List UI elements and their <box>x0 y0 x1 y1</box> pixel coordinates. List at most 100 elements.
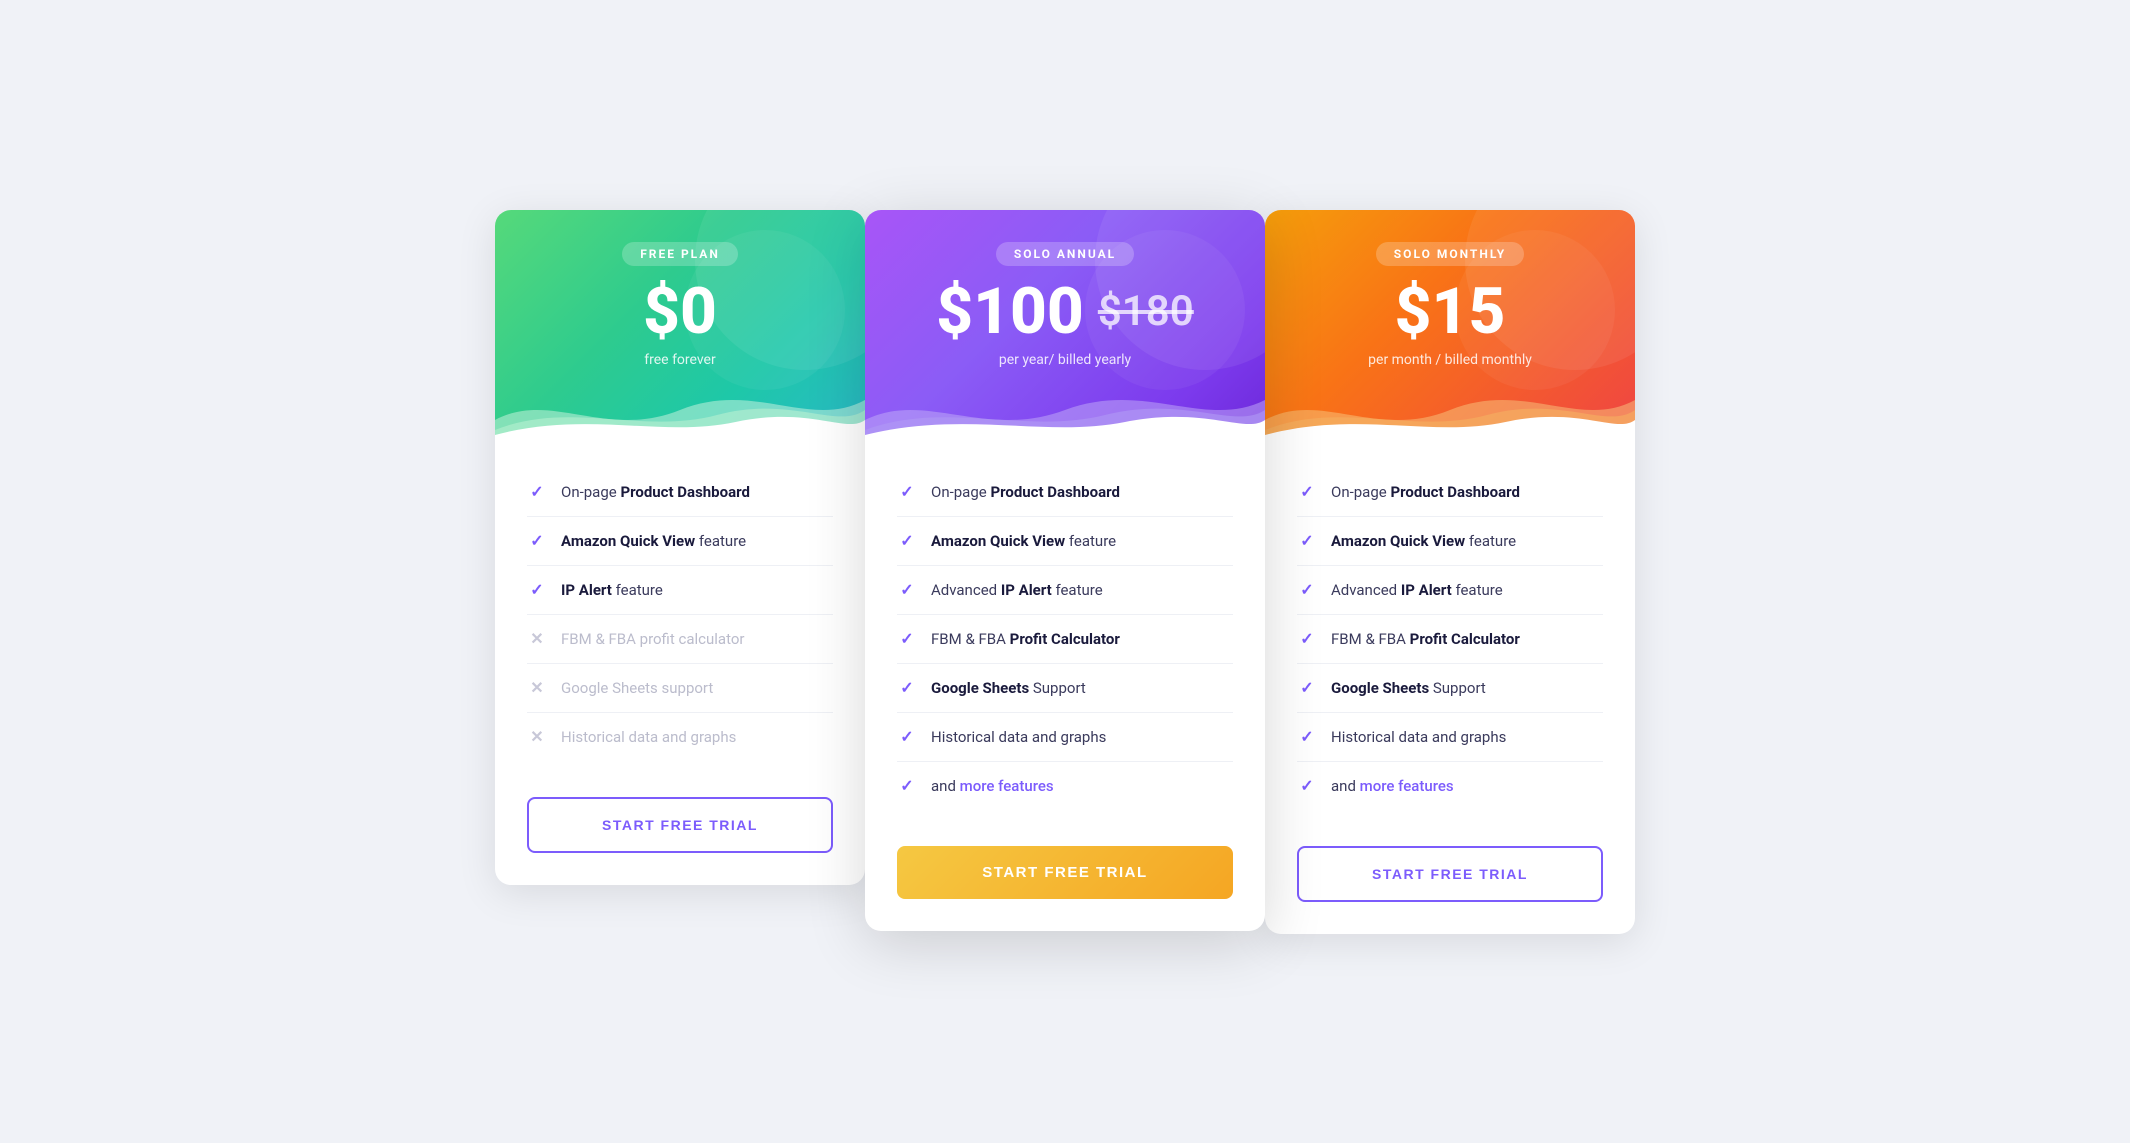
features-list-annual: ✓ On-page Product Dashboard ✓ Amazon Quick … <box>865 440 1265 838</box>
feature-bold: Google Sheets <box>931 679 1029 697</box>
feature-item: ✓ On-page Product Dashboard <box>1297 468 1603 517</box>
feature-bold: Product Dashboard <box>1390 483 1519 501</box>
plan-badge-monthly: SOLO MONTHLY <box>1376 242 1524 266</box>
feature-item: ✕Historical data and graphs <box>527 713 833 761</box>
feature-item: ✓ Advanced IP Alert feature <box>1297 566 1603 615</box>
feature-text: Historical data and graphs <box>561 728 736 746</box>
feature-text: On-page Product Dashboard <box>561 483 750 501</box>
plan-price-annual: $100 $180 <box>936 280 1194 344</box>
features-list-monthly: ✓ On-page Product Dashboard ✓ Amazon Quick … <box>1265 440 1635 838</box>
check-icon: ✓ <box>1297 678 1317 698</box>
feature-item: ✓ Advanced IP Alert feature <box>897 566 1233 615</box>
feature-bold: Amazon Quick View <box>931 532 1065 550</box>
btn-wrap-monthly: START FREE TRIAL <box>1265 838 1635 934</box>
feature-bold: Google Sheets <box>1331 679 1429 697</box>
pricing-card-annual: SOLO ANNUAL $100 $180 per year/ billed year… <box>865 210 1265 931</box>
feature-text: Historical data and graphs <box>931 728 1106 746</box>
btn-wrap-free: START FREE TRIAL <box>495 789 865 885</box>
pricing-card-free: FREE PLAN $0 free forever ✓ On-page Product… <box>495 210 865 885</box>
feature-bold: Amazon Quick View <box>1331 532 1465 550</box>
check-icon: ✓ <box>897 580 917 600</box>
feature-text: Google Sheets support <box>561 679 713 697</box>
btn-wrap-annual: START FREE TRIAL <box>865 838 1265 931</box>
start-trial-button-free[interactable]: START FREE TRIAL <box>527 797 833 853</box>
feature-item: ✓ On-page Product Dashboard <box>897 468 1233 517</box>
check-icon: ✓ <box>1297 776 1317 796</box>
plan-sub-free: free forever <box>644 352 715 368</box>
feature-text: On-page Product Dashboard <box>931 483 1120 501</box>
check-icon: ✓ <box>1297 482 1317 502</box>
feature-text: FBM & FBA Profit Calculator <box>1331 630 1520 648</box>
feature-text: Google Sheets Support <box>1331 679 1486 697</box>
feature-item: ✓ Google Sheets Support <box>1297 664 1603 713</box>
feature-bold: IP Alert <box>1001 581 1052 599</box>
feature-text: IP Alert feature <box>561 581 663 599</box>
feature-text: Amazon Quick View feature <box>931 532 1116 550</box>
more-features-link[interactable]: more features <box>1360 777 1454 795</box>
feature-item: ✓ Historical data and graphs <box>897 713 1233 762</box>
check-icon: ✓ <box>1297 531 1317 551</box>
plan-price-free: $0 <box>643 280 717 344</box>
feature-item: ✓ On-page Product Dashboard <box>527 468 833 517</box>
start-trial-button-monthly[interactable]: START FREE TRIAL <box>1297 846 1603 902</box>
feature-item: ✓ FBM & FBA Profit Calculator <box>897 615 1233 664</box>
feature-item: ✓ Amazon Quick View feature <box>897 517 1233 566</box>
feature-bold: Profit Calculator <box>1410 630 1520 648</box>
card-header-monthly: SOLO MONTHLY$15per month / billed monthl… <box>1265 210 1635 440</box>
feature-item: ✓ and more features <box>1297 762 1603 810</box>
feature-item: ✓ FBM & FBA Profit Calculator <box>1297 615 1603 664</box>
feature-bold: Profit Calculator <box>1010 630 1120 648</box>
feature-text: Amazon Quick View feature <box>561 532 746 550</box>
check-icon: ✓ <box>897 727 917 747</box>
pricing-card-monthly: SOLO MONTHLY$15per month / billed monthl… <box>1265 210 1635 934</box>
card-header-free: FREE PLAN $0 free forever <box>495 210 865 440</box>
check-icon: ✓ <box>1297 727 1317 747</box>
feature-text: On-page Product Dashboard <box>1331 483 1520 501</box>
feature-text: FBM & FBA profit calculator <box>561 630 745 648</box>
pricing-container: FREE PLAN $0 free forever ✓ On-page Product… <box>365 210 1765 934</box>
plan-badge-free: FREE PLAN <box>622 242 738 266</box>
feature-text: and more features <box>1331 777 1454 795</box>
feature-bold: Product Dashboard <box>620 483 749 501</box>
feature-text: Google Sheets Support <box>931 679 1086 697</box>
feature-item: ✕ Google Sheets support <box>527 664 833 713</box>
features-list-free: ✓ On-page Product Dashboard ✓ Amazon Quick … <box>495 440 865 789</box>
plan-sub-annual: per year/ billed yearly <box>999 352 1131 368</box>
check-icon: ✓ <box>897 678 917 698</box>
check-icon: ✓ <box>897 482 917 502</box>
check-icon: ✓ <box>897 629 917 649</box>
feature-item: ✓ Historical data and graphs <box>1297 713 1603 762</box>
feature-text: FBM & FBA Profit Calculator <box>931 630 1120 648</box>
check-icon: ✓ <box>527 580 547 600</box>
feature-text: Advanced IP Alert feature <box>931 581 1103 599</box>
plan-price-original-annual: $180 <box>1098 291 1194 333</box>
feature-item: ✓ and more features <box>897 762 1233 810</box>
feature-text: and more features <box>931 777 1054 795</box>
feature-item: ✕ FBM & FBA profit calculator <box>527 615 833 664</box>
start-trial-button-annual[interactable]: START FREE TRIAL <box>897 846 1233 899</box>
feature-item: ✓ IP Alert feature <box>527 566 833 615</box>
check-icon: ✓ <box>1297 629 1317 649</box>
feature-bold: IP Alert <box>561 581 612 599</box>
feature-text: Advanced IP Alert feature <box>1331 581 1503 599</box>
feature-bold: Product Dashboard <box>990 483 1119 501</box>
plan-sub-monthly: per month / billed monthly <box>1368 352 1532 368</box>
feature-bold: IP Alert <box>1401 581 1452 599</box>
cross-icon: ✕ <box>527 629 547 649</box>
plan-badge-annual: SOLO ANNUAL <box>996 242 1134 266</box>
feature-text: Amazon Quick View feature <box>1331 532 1516 550</box>
feature-item: ✓ Google Sheets Support <box>897 664 1233 713</box>
more-features-link[interactable]: more features <box>960 777 1054 795</box>
feature-bold: Amazon Quick View <box>561 532 695 550</box>
check-icon: ✓ <box>897 531 917 551</box>
feature-item: ✓ Amazon Quick View feature <box>527 517 833 566</box>
cross-icon: ✕ <box>527 678 547 698</box>
check-icon: ✓ <box>527 531 547 551</box>
check-icon: ✓ <box>897 776 917 796</box>
plan-price-main-annual: $100 <box>936 280 1084 344</box>
check-icon: ✓ <box>527 482 547 502</box>
feature-text: Historical data and graphs <box>1331 728 1506 746</box>
feature-item: ✓ Amazon Quick View feature <box>1297 517 1603 566</box>
card-header-annual: SOLO ANNUAL $100 $180 per year/ billed year… <box>865 210 1265 440</box>
check-icon: ✓ <box>1297 580 1317 600</box>
